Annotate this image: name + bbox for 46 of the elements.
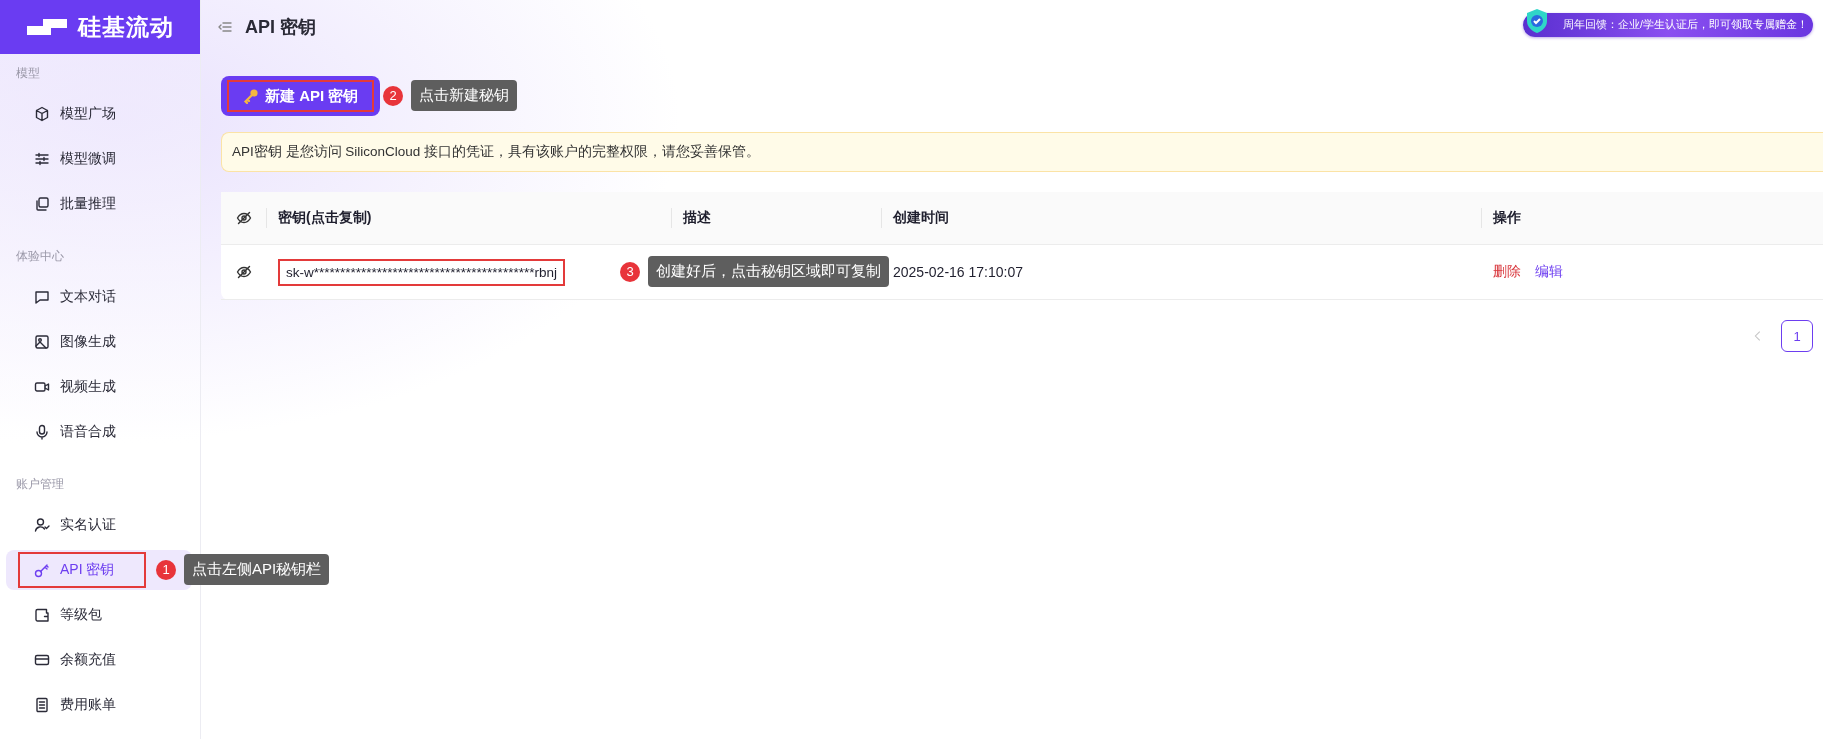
page-title: API 密钥 — [245, 16, 316, 39]
sidebar-item[interactable]: 余额充值 — [6, 639, 192, 680]
new-key-button[interactable]: 新建 API 密钥 — [221, 76, 381, 116]
sidebar-item[interactable]: 图像生成 — [6, 321, 192, 362]
image-icon — [34, 333, 50, 350]
created-time: 2025-02-16 17:10:07 — [893, 264, 1023, 280]
sidebar-item[interactable]: 模型微调 — [6, 138, 192, 179]
wallet-icon — [34, 606, 50, 623]
shield-check-icon — [1525, 8, 1549, 34]
section-label: 模型 — [15, 65, 41, 82]
column-header: 密钥(点击复制) — [278, 209, 372, 227]
user-check-icon — [34, 516, 50, 533]
column-header: 描述 — [683, 209, 711, 227]
eye-off-icon[interactable] — [235, 264, 252, 280]
step-number: 2 — [383, 85, 403, 106]
sidebar-item[interactable]: 语音合成 — [6, 411, 192, 452]
tooltip: 点击新建秘钥 — [411, 80, 517, 111]
sidebar-item[interactable]: 等级包 — [6, 594, 192, 635]
section-label: 账户管理 — [15, 476, 65, 493]
sidebar-item[interactable]: 文本对话 — [6, 276, 192, 317]
api-key-text[interactable]: sk-w******************************************rbnj — [278, 258, 565, 286]
eye-off-icon[interactable] — [235, 210, 252, 226]
sidebar-item[interactable]: 批量推理 — [6, 183, 192, 224]
sidebar-item[interactable]: 模型广场 — [6, 93, 192, 134]
notice-banner: API密钥 是您访问 SiliconCloud 接口的凭证，具有该账户的完整权限，请您妥善保管。 — [221, 132, 1823, 172]
step-number: 3 — [620, 261, 640, 282]
sidebar-item[interactable]: 视频生成 — [6, 366, 192, 407]
logo-icon — [26, 17, 68, 37]
tooltip: 创建好后，点击秘钥区域即可复制 — [648, 256, 889, 287]
sidebar-item[interactable]: 费用账单 — [6, 684, 192, 725]
page-button[interactable]: 1 — [1781, 320, 1813, 352]
key-icon — [243, 88, 259, 104]
brand-name: 硅基流动 — [78, 12, 174, 42]
sidebar-item[interactable]: 实名认证 — [6, 504, 192, 545]
column-header: 操作 — [1493, 209, 1521, 227]
section-label: 体验中心 — [15, 248, 65, 265]
microphone-icon — [34, 423, 50, 440]
column-header: 创建时间 — [893, 209, 949, 227]
chat-icon — [34, 288, 50, 305]
tooltip: 点击左侧API秘钥栏 — [184, 554, 330, 585]
action-link[interactable]: 编辑 — [1535, 263, 1563, 281]
action-link[interactable]: 删除 — [1493, 263, 1521, 281]
cube-icon — [34, 105, 50, 122]
sliders-icon — [34, 150, 50, 167]
receipt-icon — [34, 696, 50, 713]
copy-icon — [34, 195, 50, 212]
